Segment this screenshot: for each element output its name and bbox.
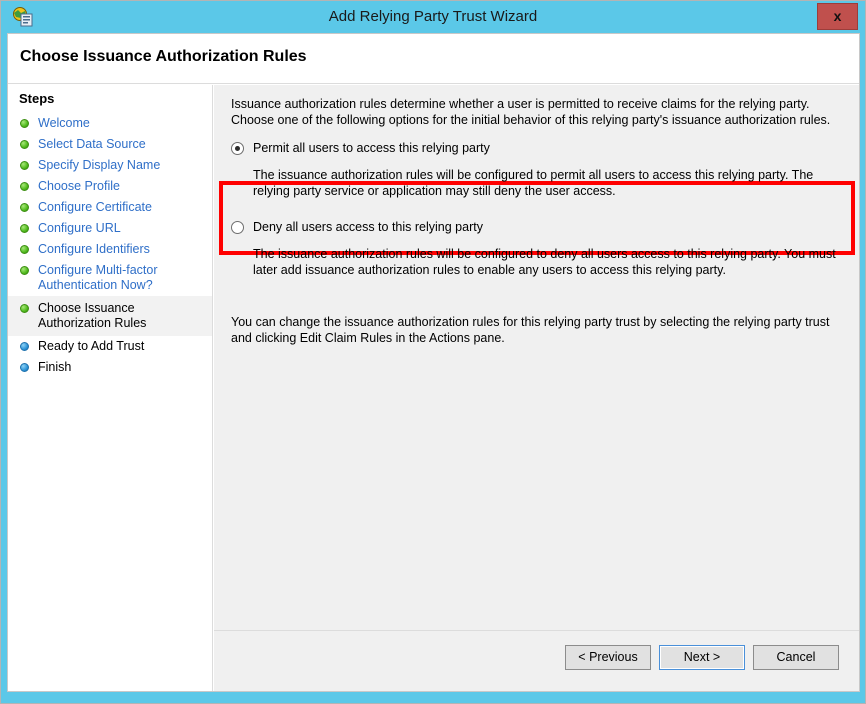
steps-heading: Steps xyxy=(19,91,55,106)
sidebar-step-4[interactable]: Configure Certificate xyxy=(8,197,212,218)
step-status-icon xyxy=(20,304,29,313)
next-button[interactable]: Next > xyxy=(659,645,745,670)
sidebar-step-0[interactable]: Welcome xyxy=(8,113,212,134)
sidebar-step-10[interactable]: Finish xyxy=(8,357,212,378)
sidebar-step-label: Choose Profile xyxy=(38,179,120,193)
step-status-icon xyxy=(20,245,29,254)
sidebar-step-label: Welcome xyxy=(38,116,90,130)
step-status-icon xyxy=(20,140,29,149)
sidebar-step-5[interactable]: Configure URL xyxy=(8,218,212,239)
step-status-icon xyxy=(20,119,29,128)
cancel-button[interactable]: Cancel xyxy=(753,645,839,670)
radio-deny-all-users-description: The issuance authorization rules will be… xyxy=(253,247,836,277)
step-status-icon xyxy=(20,182,29,191)
page-header: Choose Issuance Authorization Rules xyxy=(8,34,859,84)
radio-deny-all-users-mark[interactable] xyxy=(231,221,244,234)
sidebar-step-label: Finish xyxy=(38,360,72,374)
radio-deny-all-users[interactable]: Deny all users access to this relying pa… xyxy=(231,220,831,236)
footnote-text: You can change the issuance authorizatio… xyxy=(231,315,830,345)
sidebar-step-9[interactable]: Ready to Add Trust xyxy=(8,336,212,357)
window-title: Add Relying Party Trust Wizard xyxy=(328,8,538,25)
sidebar-step-label: Select Data Source xyxy=(38,137,146,151)
sidebar-step-label: Ready to Add Trust xyxy=(38,339,145,353)
sidebar-step-1[interactable]: Select Data Source xyxy=(8,134,212,155)
close-icon[interactable]: x xyxy=(817,3,858,30)
intro-text: Issuance authorization rules determine w… xyxy=(231,97,831,127)
sidebar-step-2[interactable]: Specify Display Name xyxy=(8,155,212,176)
title-bar[interactable]: Add Relying Party Trust Wizard x xyxy=(1,1,865,33)
radio-permit-all-users-mark[interactable] xyxy=(231,142,244,155)
radio-permit-all-users-description: The issuance authorization rules will be… xyxy=(253,168,814,198)
steps-list: Welcome Select Data Source Specify Display… xyxy=(8,113,212,378)
step-status-icon xyxy=(20,203,29,212)
step-status-icon xyxy=(20,363,29,372)
radio-permit-all-users[interactable]: Permit all users to access this relying … xyxy=(231,141,831,157)
button-bar: < Previous Next > Cancel xyxy=(214,630,859,691)
sidebar-step-label: Configure URL xyxy=(38,221,121,235)
sidebar-step-label: Choose Issuance Authorization Rules xyxy=(38,301,147,330)
radio-deny-all-users-label: Deny all users access to this relying pa… xyxy=(253,220,483,234)
wizard-window: Add Relying Party Trust Wizard x Choose … xyxy=(0,0,866,704)
sidebar-step-label: Specify Display Name xyxy=(38,158,161,172)
sidebar-step-label: Configure Multi-factor Authentication No… xyxy=(38,263,158,292)
steps-sidebar: Steps Welcome Select Data Source Specify D… xyxy=(8,85,213,691)
step-status-icon xyxy=(20,224,29,233)
radio-permit-all-users-label: Permit all users to access this relying … xyxy=(253,141,490,155)
sidebar-step-3[interactable]: Choose Profile xyxy=(8,176,212,197)
previous-button[interactable]: < Previous xyxy=(565,645,651,670)
sidebar-step-6[interactable]: Configure Identifiers xyxy=(8,239,212,260)
step-status-icon xyxy=(20,342,29,351)
step-status-icon xyxy=(20,266,29,275)
content-pane: Issuance authorization rules determine w… xyxy=(214,85,859,691)
step-status-icon xyxy=(20,161,29,170)
sidebar-step-label: Configure Certificate xyxy=(38,200,152,214)
page-title: Choose Issuance Authorization Rules xyxy=(20,48,307,65)
sidebar-step-8[interactable]: Choose Issuance Authorization Rules xyxy=(8,296,212,336)
client-area: Choose Issuance Authorization Rules Step… xyxy=(7,33,860,692)
sidebar-step-7[interactable]: Configure Multi-factor Authentication No… xyxy=(8,260,212,296)
sidebar-step-label: Configure Identifiers xyxy=(38,242,150,256)
